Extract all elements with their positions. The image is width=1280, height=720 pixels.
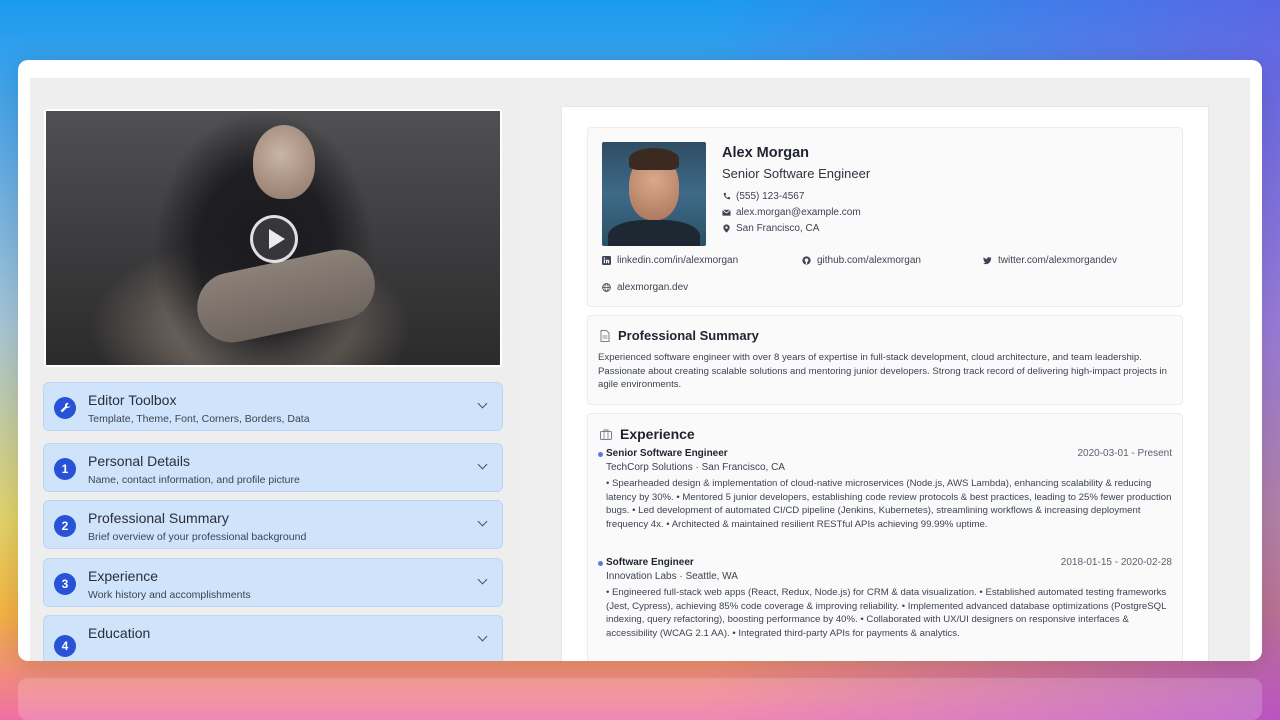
- twitter-link-text[interactable]: twitter.com/alexmorgandev: [998, 255, 1117, 266]
- contact-location-text: San Francisco, CA: [736, 223, 820, 234]
- job-entry: Senior Software Engineer 2020-03-01 - Pr…: [598, 448, 1172, 548]
- step-badge: 2: [54, 515, 76, 537]
- timeline-dot: [598, 452, 603, 457]
- link-github[interactable]: github.com/alexmorgan: [802, 255, 921, 266]
- chevron-down-icon[interactable]: [477, 398, 488, 409]
- experience-heading-text: Experience: [620, 426, 695, 442]
- twitter-icon: [983, 257, 992, 265]
- contact-email-text: alex.morgan@example.com: [736, 207, 861, 218]
- job-company: TechCorp Solutions · San Francisco, CA: [606, 462, 785, 473]
- summary-text: Experienced software engineer with over …: [598, 352, 1168, 390]
- accordion-subtitle: Template, Theme, Font, Corners, Borders,…: [88, 413, 310, 425]
- chevron-down-icon[interactable]: [477, 459, 488, 470]
- resume-preview-panel: Alex Morgan Senior Software Engineer (55…: [518, 79, 1250, 661]
- website-link-text[interactable]: alexmorgan.dev: [617, 282, 688, 293]
- chevron-down-icon[interactable]: [477, 574, 488, 585]
- summary-heading-text: Professional Summary: [618, 328, 759, 343]
- mail-icon: [722, 209, 731, 216]
- app-window: Editor Toolbox Template, Theme, Font, Co…: [18, 60, 1262, 661]
- window-reflection: [18, 678, 1262, 720]
- contact-phone-text: (555) 123-4567: [736, 191, 805, 202]
- job-dates: 2020-03-01 - Present: [1077, 448, 1172, 459]
- job-title: Senior Software Engineer: [606, 448, 728, 459]
- editor-panel: Editor Toolbox Template, Theme, Font, Co…: [30, 79, 518, 661]
- accordion-personal-details[interactable]: 1 Personal Details Name, contact informa…: [43, 443, 503, 492]
- link-twitter[interactable]: twitter.com/alexmorgandev: [983, 255, 1117, 266]
- chevron-down-icon[interactable]: [477, 631, 488, 642]
- accordion-experience[interactable]: 3 Experience Work history and accomplish…: [43, 558, 503, 607]
- github-icon: [802, 256, 811, 265]
- accordion-editor-toolbox[interactable]: Editor Toolbox Template, Theme, Font, Co…: [43, 382, 503, 431]
- job-bullets: • Spearheaded design & implementation of…: [606, 478, 1172, 530]
- accordion-title: Personal Details: [88, 453, 190, 469]
- step-badge: 3: [54, 573, 76, 595]
- job-company: Innovation Labs · Seattle, WA: [606, 571, 738, 582]
- timeline-dot: [598, 561, 603, 566]
- resume-header: Alex Morgan Senior Software Engineer (55…: [587, 127, 1183, 307]
- resume-role: Senior Software Engineer: [722, 166, 871, 181]
- location-pin-icon: [723, 224, 730, 233]
- chevron-down-icon[interactable]: [477, 516, 488, 527]
- photo-shirt: [608, 220, 700, 246]
- phone-icon: [723, 192, 731, 200]
- linkedin-icon: [602, 256, 611, 265]
- job-dates: 2018-01-15 - 2020-02-28: [1060, 557, 1172, 568]
- profile-photo: [602, 142, 706, 246]
- play-icon: [268, 229, 285, 249]
- summary-section: Professional Summary Experienced softwar…: [587, 315, 1183, 405]
- accordion-subtitle: Name, contact information, and profile p…: [88, 474, 300, 486]
- experience-heading: Experience: [600, 426, 695, 442]
- accordion-education[interactable]: 4 Education: [43, 615, 503, 661]
- accordion-professional-summary[interactable]: 2 Professional Summary Brief overview of…: [43, 500, 503, 549]
- briefcase-icon: [600, 429, 612, 440]
- contact-location: San Francisco, CA: [722, 223, 819, 234]
- accordion-title: Professional Summary: [88, 510, 229, 526]
- linkedin-link-text[interactable]: linkedin.com/in/alexmorgan: [617, 255, 738, 266]
- job-bullets: • Engineered full-stack web apps (React,…: [606, 587, 1167, 639]
- document-icon: [600, 329, 610, 342]
- resume-name: Alex Morgan: [722, 145, 810, 161]
- accordion-title: Education: [88, 625, 151, 641]
- wrench-badge: [54, 397, 76, 419]
- job-entry: Software Engineer 2018-01-15 - 2020-02-2…: [598, 557, 1172, 661]
- accordion-title: Experience: [88, 568, 159, 584]
- experience-section: Experience Senior Software Engineer 2020…: [587, 413, 1183, 661]
- wrench-icon: [60, 402, 71, 413]
- photo-hair: [629, 148, 679, 170]
- accordion-subtitle: Work history and accomplishments: [88, 589, 251, 601]
- contact-phone: (555) 123-4567: [722, 191, 804, 202]
- accordion-title: Editor Toolbox: [88, 392, 177, 408]
- summary-heading: Professional Summary: [600, 328, 759, 343]
- play-button[interactable]: [250, 215, 298, 263]
- resume-page: Alex Morgan Senior Software Engineer (55…: [561, 106, 1209, 661]
- accordion-subtitle: Brief overview of your professional back…: [88, 531, 307, 543]
- step-badge: 4: [54, 635, 76, 657]
- video-figure-head: [253, 125, 315, 199]
- link-website[interactable]: alexmorgan.dev: [602, 282, 688, 293]
- globe-icon: [602, 283, 611, 292]
- contact-email: alex.morgan@example.com: [722, 207, 861, 218]
- step-badge: 1: [54, 458, 76, 480]
- github-link-text[interactable]: github.com/alexmorgan: [817, 255, 921, 266]
- intro-video[interactable]: [44, 109, 502, 367]
- job-title: Software Engineer: [606, 557, 694, 568]
- link-linkedin[interactable]: linkedin.com/in/alexmorgan: [602, 255, 738, 266]
